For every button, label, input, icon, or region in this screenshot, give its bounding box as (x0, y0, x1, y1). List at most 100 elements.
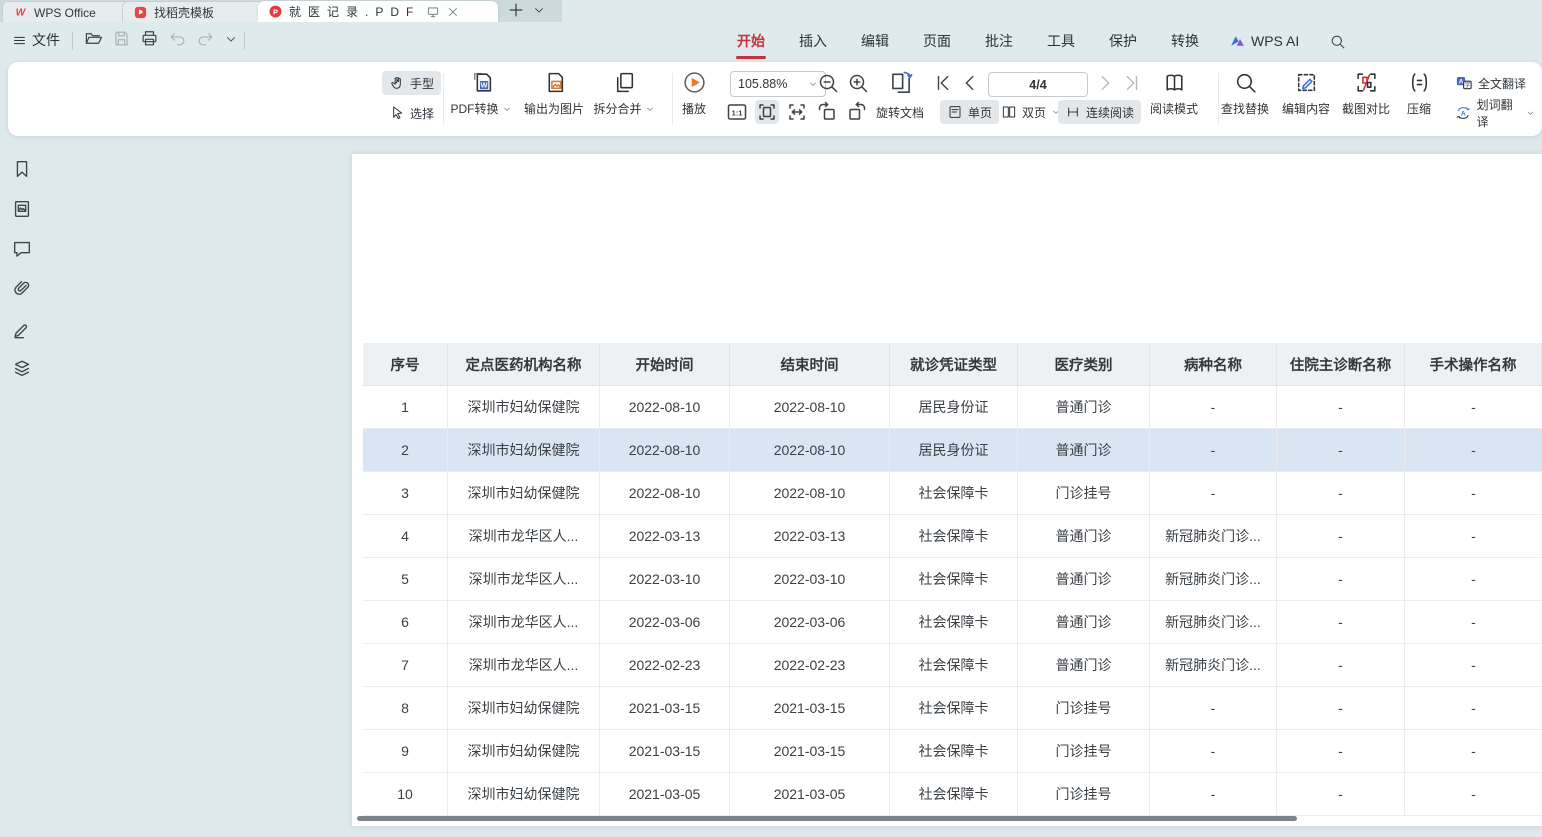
table-cell: 深圳市妇幼保健院 (448, 472, 600, 515)
column-header: 医疗类别 (1018, 343, 1150, 386)
rotate-pages-icon[interactable] (887, 70, 915, 96)
page-number-input[interactable]: 4/4 (988, 72, 1088, 97)
table-cell: 2022-03-06 (600, 601, 730, 644)
rotate-right-button[interactable] (845, 100, 869, 124)
screenshot-compare-button[interactable]: 截图对比 (1331, 70, 1401, 117)
menu-search-icon[interactable] (1329, 33, 1346, 50)
table-cell: - (1277, 730, 1405, 773)
word-translate-button[interactable]: A 划词翻译 (1448, 101, 1542, 125)
attachment-icon[interactable] (11, 278, 33, 300)
ribbon-tab-6[interactable]: 保护 (1105, 22, 1141, 60)
open-folder-icon[interactable] (84, 29, 103, 48)
table-row[interactable]: 6深圳市龙华区人...2022-03-062022-03-06社会保障卡普通门诊… (363, 601, 1542, 644)
split-merge-icon (612, 70, 637, 95)
zoom-level-select[interactable]: 105.88% (730, 71, 826, 97)
rotate-document-button[interactable]: 旋转文档 (874, 100, 926, 124)
table-row[interactable]: 8深圳市妇幼保健院2021-03-152021-03-15社会保障卡门诊挂号--… (363, 687, 1542, 730)
new-tab-button[interactable] (506, 0, 526, 20)
table-cell: - (1277, 687, 1405, 730)
table-cell: - (1277, 558, 1405, 601)
ribbon-tab-5[interactable]: 工具 (1043, 22, 1079, 60)
tab-docer-templates[interactable]: 找稻壳模板 (122, 1, 274, 23)
table-row[interactable]: 9深圳市妇幼保健院2021-03-152021-03-15社会保障卡门诊挂号--… (363, 730, 1542, 773)
read-mode-button[interactable]: 阅读模式 (1146, 70, 1202, 117)
monitor-icon[interactable] (426, 5, 440, 19)
file-menu-button[interactable]: 文件 (12, 30, 60, 50)
medical-table: 序号定点医药机构名称开始时间结束时间就诊凭证类型医疗类别病种名称住院主诊断名称手… (363, 343, 1542, 816)
double-page-view-button[interactable]: 双页 (994, 100, 1068, 124)
tab-wps-office[interactable]: W WPS Office (2, 1, 134, 23)
continuous-reading-button[interactable]: 连续阅读 (1058, 100, 1141, 124)
table-cell: - (1150, 773, 1277, 816)
find-replace-button[interactable]: 查找替换 (1210, 70, 1280, 117)
ribbon-tab-3[interactable]: 页面 (919, 22, 955, 60)
continuous-reading-label: 连续阅读 (1086, 104, 1134, 121)
bookmark-icon[interactable] (11, 158, 33, 180)
print-icon[interactable] (140, 29, 159, 48)
compress-button[interactable]: 压缩 (1393, 70, 1445, 117)
first-page-button[interactable] (933, 72, 955, 94)
fit-page-button[interactable] (755, 100, 779, 124)
table-cell: 门诊挂号 (1018, 687, 1150, 730)
screenshot-compare-icon (1354, 70, 1379, 95)
svg-text:W: W (480, 81, 487, 90)
export-as-image-button[interactable]: 输出为图片 (516, 70, 592, 117)
wps-ai-button[interactable]: WPS AI (1229, 33, 1299, 50)
ribbon-tab-1[interactable]: 插入 (795, 22, 831, 60)
table-row[interactable]: 10深圳市妇幼保健院2021-03-052021-03-05社会保障卡门诊挂号-… (363, 773, 1542, 816)
table-cell: 普通门诊 (1018, 429, 1150, 472)
table-cell: 8 (363, 687, 448, 730)
thumbnail-icon[interactable] (11, 198, 33, 220)
horizontal-scrollbar[interactable] (357, 816, 1297, 821)
hand-tool-button[interactable]: 手型 (382, 71, 441, 95)
next-page-button[interactable] (1094, 72, 1116, 94)
undo-icon[interactable] (168, 29, 187, 48)
tab-medical-record-pdf[interactable]: P 就医记录.PDF (258, 1, 498, 22)
table-cell: 社会保障卡 (890, 601, 1018, 644)
ribbon-tab-0[interactable]: 开始 (733, 22, 769, 60)
ribbon-tab-7[interactable]: 转换 (1167, 22, 1203, 60)
column-header: 手术操作名称 (1405, 343, 1542, 386)
divider (244, 32, 245, 50)
split-merge-button[interactable]: 拆分合并 (586, 70, 662, 117)
zoom-in-button[interactable] (846, 71, 870, 95)
table-cell: 深圳市龙华区人... (448, 558, 600, 601)
full-text-translate-button[interactable]: A字 全文翻译 (1448, 71, 1533, 95)
table-cell: 1 (363, 386, 448, 429)
table-cell: 居民身份证 (890, 429, 1018, 472)
save-icon[interactable] (112, 29, 131, 48)
close-tab-icon[interactable] (446, 5, 460, 19)
last-page-button[interactable] (1120, 72, 1142, 94)
tab-list-chevron-icon[interactable] (532, 3, 546, 17)
pdf-convert-button[interactable]: W PDF转换 (444, 70, 518, 117)
ribbon-tab-4[interactable]: 批注 (981, 22, 1017, 60)
single-page-view-button[interactable]: 单页 (940, 100, 999, 124)
zoom-out-button[interactable] (816, 71, 840, 95)
svg-text:A: A (1459, 78, 1464, 85)
table-row[interactable]: 3深圳市妇幼保健院2022-08-102022-08-10社会保障卡门诊挂号--… (363, 472, 1542, 515)
select-tool-button[interactable]: 选择 (382, 101, 441, 125)
table-cell: 新冠肺炎门诊... (1150, 601, 1277, 644)
pdf-convert-label: PDF转换 (450, 100, 498, 117)
table-row[interactable]: 2深圳市妇幼保健院2022-08-102022-08-10居民身份证普通门诊--… (363, 429, 1542, 472)
previous-page-button[interactable] (959, 72, 981, 94)
continuous-icon (1065, 104, 1081, 120)
play-slideshow-button[interactable]: 播放 (672, 70, 716, 117)
rotate-left-button[interactable] (815, 100, 839, 124)
pen-icon[interactable] (11, 318, 33, 340)
table-row[interactable]: 4深圳市龙华区人...2022-03-132022-03-13社会保障卡普通门诊… (363, 515, 1542, 558)
table-cell: 深圳市妇幼保健院 (448, 773, 600, 816)
redo-icon[interactable] (196, 29, 215, 48)
actual-size-button[interactable]: 1:1 (725, 100, 749, 124)
screenshot-compare-label: 截图对比 (1342, 100, 1390, 117)
table-row[interactable]: 1深圳市妇幼保健院2022-08-102022-08-10居民身份证普通门诊--… (363, 386, 1542, 429)
chevron-down-icon[interactable] (224, 32, 238, 46)
ribbon-tab-2[interactable]: 编辑 (857, 22, 893, 60)
table-row[interactable]: 5深圳市龙华区人...2022-03-102022-03-10社会保障卡普通门诊… (363, 558, 1542, 601)
table-cell: 2021-03-15 (730, 687, 890, 730)
comment-icon[interactable] (11, 238, 33, 260)
layers-icon[interactable] (11, 358, 33, 380)
fit-width-button[interactable] (785, 100, 809, 124)
table-row[interactable]: 7深圳市龙华区人...2022-02-232022-02-23社会保障卡普通门诊… (363, 644, 1542, 687)
table-cell: - (1277, 601, 1405, 644)
